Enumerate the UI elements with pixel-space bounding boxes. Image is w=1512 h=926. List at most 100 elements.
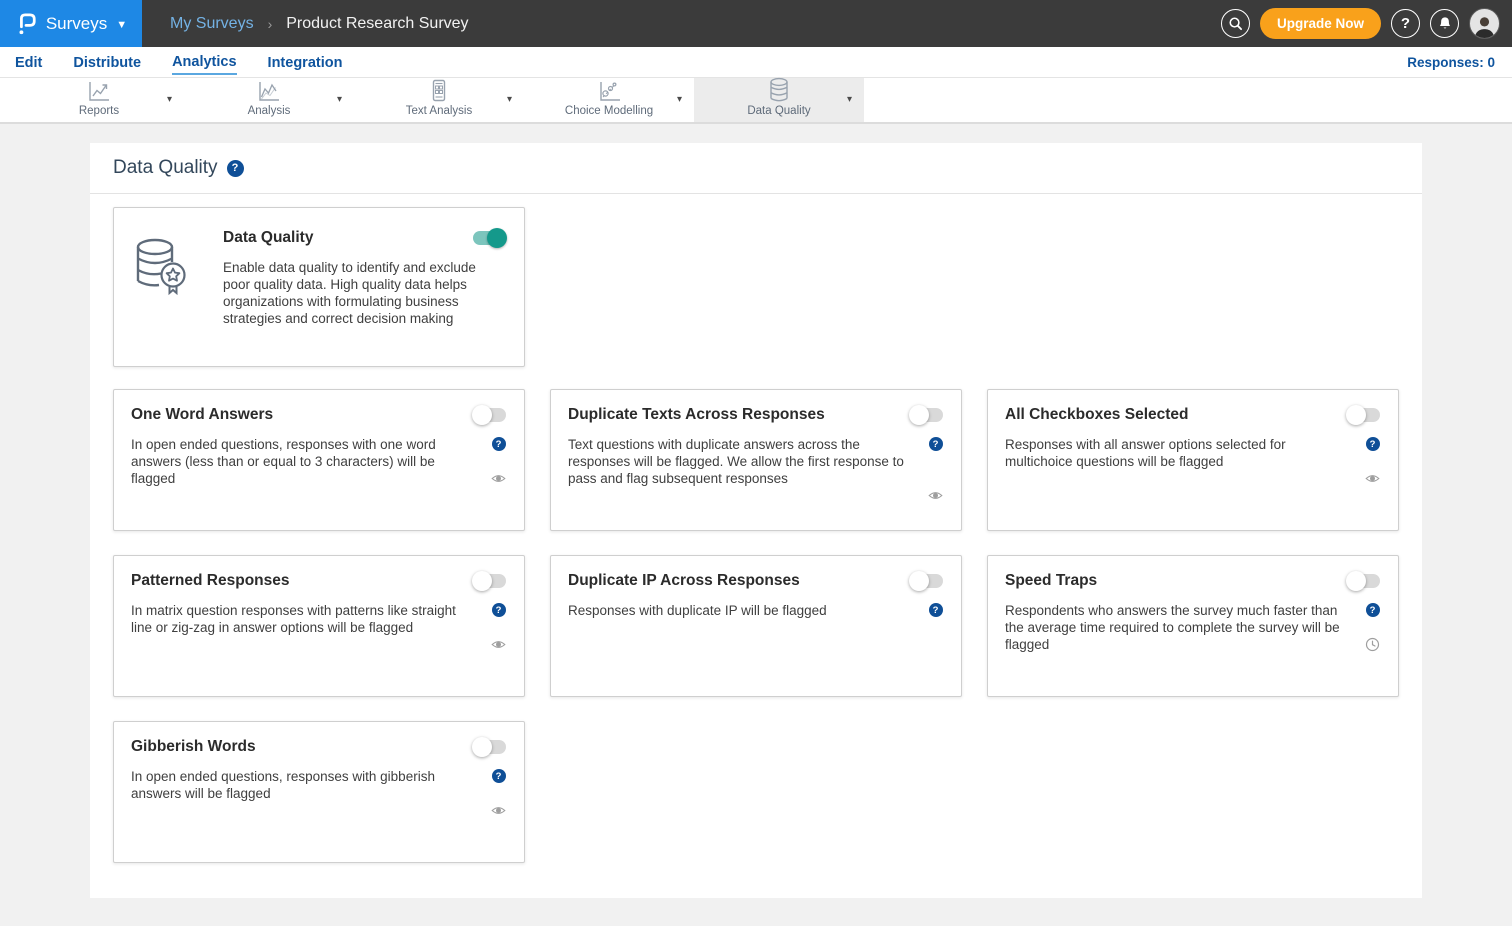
card-duplicate-texts: Duplicate Texts Across Responses Text qu… (550, 389, 962, 531)
patterned-responses-toggle[interactable] (473, 574, 506, 588)
search-button[interactable] (1221, 9, 1250, 38)
panel-header: Data Quality ? (90, 143, 1422, 194)
card-description: Responses with duplicate IP will be flag… (568, 602, 914, 652)
card-description: Enable data quality to identify and excl… (223, 259, 501, 327)
data-quality-toggle[interactable] (473, 231, 506, 245)
page-title: Data Quality (113, 157, 218, 179)
speed-traps-toggle[interactable] (1347, 574, 1380, 588)
questionpro-logo-icon (15, 12, 37, 36)
eye-icon[interactable] (1365, 471, 1380, 486)
toolbar-tab-analysis[interactable]: Analysis ▾ (184, 78, 354, 122)
duplicate-ip-toggle[interactable] (910, 574, 943, 588)
eye-icon[interactable] (491, 803, 506, 818)
document-grid-icon (426, 78, 452, 104)
help-button[interactable]: ? (1391, 9, 1420, 38)
card-help-icon[interactable]: ? (492, 603, 506, 617)
toggle-knob (487, 228, 507, 248)
card-gibberish-words: Gibberish Words In open ended questions,… (113, 721, 525, 863)
tab-distribute[interactable]: Distribute (73, 51, 141, 74)
breadcrumb-separator-icon: › (268, 16, 273, 32)
toggle-knob (472, 737, 492, 757)
help-icon: ? (1401, 15, 1410, 32)
topbar-actions: Upgrade Now ? (1221, 0, 1500, 47)
toolbar-tab-label: Text Analysis (406, 105, 472, 117)
chevron-down-icon[interactable]: ▾ (167, 94, 172, 105)
bell-icon (1438, 16, 1452, 31)
toggle-knob (472, 405, 492, 425)
card-title: Speed Traps (1005, 572, 1097, 590)
card-title: Data Quality (223, 229, 313, 247)
survey-nav: Edit Distribute Analytics Integration Re… (0, 47, 1512, 78)
card-help-icon[interactable]: ? (929, 603, 943, 617)
card-description: Respondents who answers the survey much … (1005, 602, 1351, 653)
database-icon (767, 78, 791, 104)
product-switcher[interactable]: Surveys ▼ (0, 0, 142, 47)
toggle-knob (909, 571, 929, 591)
responses-count: Responses: 0 (1407, 55, 1495, 70)
duplicate-texts-toggle[interactable] (910, 408, 943, 422)
card-help-icon[interactable]: ? (492, 769, 506, 783)
trend-chart-icon (256, 78, 282, 104)
upgrade-now-button[interactable]: Upgrade Now (1260, 8, 1381, 39)
eye-icon[interactable] (491, 637, 506, 652)
data-quality-master-card: Data Quality Enable data quality to iden… (113, 207, 525, 367)
master-card-content: Data Quality Enable data quality to iden… (223, 229, 506, 366)
avatar[interactable] (1469, 8, 1500, 39)
all-checkboxes-toggle[interactable] (1347, 408, 1380, 422)
tab-integration[interactable]: Integration (268, 51, 343, 74)
card-title: Patterned Responses (131, 572, 290, 590)
database-badge-icon (131, 235, 193, 366)
tab-edit[interactable]: Edit (15, 51, 42, 74)
card-help-icon[interactable]: ? (1366, 437, 1380, 451)
analytics-toolbar: Reports ▾ Analysis ▾ Text Analysis ▾ Cho… (0, 78, 1512, 124)
gibberish-words-toggle[interactable] (473, 740, 506, 754)
user-photo-icon (1472, 13, 1497, 38)
toggle-knob (909, 405, 929, 425)
card-patterned-responses: Patterned Responses In matrix question r… (113, 555, 525, 697)
card-help-icon[interactable]: ? (492, 437, 506, 451)
page-help-icon[interactable]: ? (227, 160, 244, 177)
card-speed-traps: Speed Traps Respondents who answers the … (987, 555, 1399, 697)
toggle-knob (472, 571, 492, 591)
breadcrumb: My Surveys › Product Research Survey (170, 15, 469, 33)
card-description: In open ended questions, responses with … (131, 436, 477, 487)
breadcrumb-current-survey: Product Research Survey (286, 15, 468, 33)
product-name: Surveys (46, 14, 107, 34)
card-one-word-answers: One Word Answers In open ended questions… (113, 389, 525, 531)
bubble-chart-icon (596, 78, 622, 104)
toggle-knob (1346, 405, 1366, 425)
eye-icon[interactable] (491, 471, 506, 486)
toolbar-tab-label: Data Quality (747, 105, 810, 117)
card-all-checkboxes-selected: All Checkboxes Selected Responses with a… (987, 389, 1399, 531)
toolbar-tab-choice-modelling[interactable]: Choice Modelling ▾ (524, 78, 694, 122)
chevron-down-icon[interactable]: ▾ (337, 94, 342, 105)
toolbar-tab-label: Reports (79, 105, 119, 117)
card-description: Text questions with duplicate answers ac… (568, 436, 914, 503)
clock-icon[interactable] (1365, 637, 1380, 652)
card-title: All Checkboxes Selected (1005, 406, 1189, 424)
card-description: In matrix question responses with patter… (131, 602, 477, 652)
chevron-down-icon[interactable]: ▾ (507, 94, 512, 105)
notifications-button[interactable] (1430, 9, 1459, 38)
toolbar-tab-data-quality[interactable]: Data Quality ▾ (694, 78, 864, 122)
card-help-icon[interactable]: ? (1366, 603, 1380, 617)
chevron-down-icon[interactable]: ▾ (677, 94, 682, 105)
tab-analytics[interactable]: Analytics (172, 50, 236, 75)
search-icon (1228, 16, 1243, 31)
card-title: One Word Answers (131, 406, 273, 424)
card-description: Responses with all answer options select… (1005, 436, 1351, 486)
toolbar-tab-reports[interactable]: Reports ▾ (14, 78, 184, 122)
one-word-answers-toggle[interactable] (473, 408, 506, 422)
card-description: In open ended questions, responses with … (131, 768, 477, 818)
breadcrumb-my-surveys[interactable]: My Surveys (170, 15, 254, 33)
toolbar-tab-label: Choice Modelling (565, 105, 653, 117)
chevron-down-icon: ▼ (116, 19, 127, 31)
toolbar-tab-text-analysis[interactable]: Text Analysis ▾ (354, 78, 524, 122)
chevron-down-icon[interactable]: ▾ (847, 94, 852, 105)
card-title: Gibberish Words (131, 738, 256, 756)
eye-icon[interactable] (928, 488, 943, 503)
line-chart-icon (86, 78, 112, 104)
panel-body: Data Quality Enable data quality to iden… (90, 194, 1422, 893)
card-title: Duplicate IP Across Responses (568, 572, 800, 590)
card-help-icon[interactable]: ? (929, 437, 943, 451)
